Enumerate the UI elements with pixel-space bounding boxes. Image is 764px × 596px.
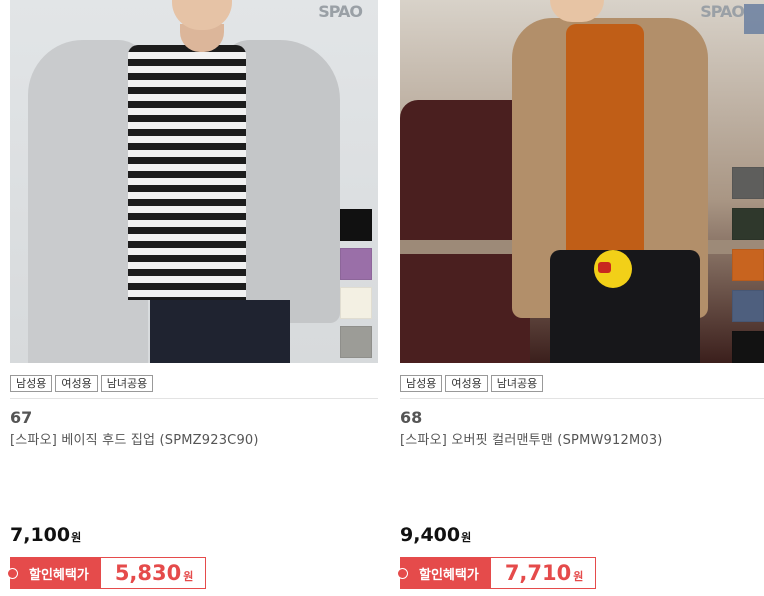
color-swatch[interactable] (732, 290, 764, 322)
color-swatch[interactable] (732, 208, 764, 240)
sale-price-value: 5,830 (114, 561, 182, 585)
color-swatch[interactable] (732, 249, 764, 281)
price-value: 9,400 (400, 524, 461, 546)
sale-price-currency: 원 (573, 570, 584, 583)
color-swatches (732, 167, 764, 363)
brand-logo: SPAO (700, 2, 745, 21)
divider (400, 398, 764, 399)
tag-unisex: 남녀공용 (490, 375, 544, 392)
color-swatch[interactable] (340, 287, 372, 319)
color-swatch[interactable] (732, 167, 764, 199)
product-card-67[interactable]: SPAO 남성용 여성용 남녀공용 67 [스파오] 베이직 후드 집업 (SP… (7, 0, 378, 596)
product-image[interactable]: SPAO (400, 0, 764, 363)
tag-female: 여성용 (445, 375, 488, 392)
gender-tags: 남성용 여성용 남녀공용 (10, 375, 154, 392)
product-price: 9,400원 (400, 524, 471, 546)
sale-price: 7,710 원 (490, 558, 596, 588)
tag-unisex: 남녀공용 (100, 375, 154, 392)
price-currency: 원 (71, 531, 82, 544)
pants (150, 300, 290, 363)
product-image[interactable]: SPAO (10, 0, 378, 363)
dot-icon (397, 568, 408, 579)
sale-label-box: 할인혜택가 (397, 558, 491, 588)
sale-price-box: 할인혜택가 7,710 원 (397, 557, 597, 589)
price-value: 7,100 (10, 524, 71, 546)
gender-tags: 남성용 여성용 남녀공용 (400, 375, 544, 392)
tag-male: 남성용 (400, 375, 443, 392)
color-swatch[interactable] (340, 209, 372, 241)
tag-female: 여성용 (55, 375, 98, 392)
sale-price-value: 7,710 (504, 561, 572, 585)
dot-icon (7, 568, 18, 579)
striped-shirt (128, 45, 246, 300)
scroll-button[interactable] (744, 4, 764, 34)
product-name[interactable]: [스파오] 오버핏 컬러맨투맨 (SPMW912M03) (400, 429, 663, 448)
sale-price-currency: 원 (183, 570, 194, 583)
sale-label-box: 할인혜택가 (7, 558, 101, 588)
color-swatch[interactable] (340, 248, 372, 280)
color-swatch[interactable] (340, 326, 372, 358)
ball (594, 250, 632, 288)
color-swatches (340, 209, 372, 363)
product-card-68[interactable]: SPAO 남성용 여성용 남녀공용 68 [스파오] 오버핏 컬러맨투맨 (SP… (397, 0, 764, 596)
sale-price-box: 할인혜택가 5,830 원 (7, 557, 207, 589)
tag-male: 남성용 (10, 375, 53, 392)
product-number: 68 (400, 408, 423, 427)
product-price: 7,100원 (10, 524, 81, 546)
price-currency: 원 (461, 531, 472, 544)
sale-price: 5,830 원 (100, 558, 206, 588)
color-swatch[interactable] (732, 331, 764, 363)
divider (10, 398, 378, 399)
product-number: 67 (10, 408, 33, 427)
orange-sweatshirt (566, 24, 644, 256)
sale-label: 할인혜택가 (419, 567, 479, 583)
brand-logo: SPAO (318, 2, 363, 21)
bench (400, 100, 530, 363)
product-name[interactable]: [스파오] 베이직 후드 집업 (SPMZ923C90) (10, 429, 259, 448)
sale-label: 할인혜택가 (29, 567, 89, 583)
